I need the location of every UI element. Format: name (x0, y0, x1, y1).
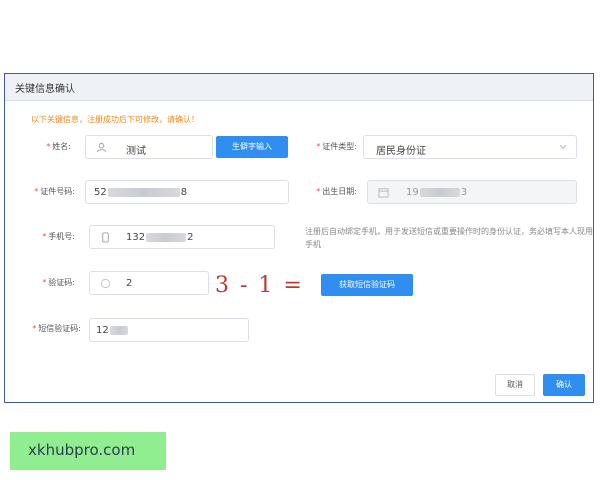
required-mark: * (32, 324, 37, 333)
redaction-blur (109, 325, 128, 335)
cancel-button[interactable]: 取消 (495, 374, 535, 396)
sms-code-label: * 短信验证码: (11, 323, 81, 334)
captcha-input[interactable]: 2 (89, 271, 209, 295)
watermark-text: xkhubpro.com (28, 441, 136, 459)
phone-label: * 手机号: (23, 231, 75, 242)
id-number-value: 52 8 (94, 187, 187, 198)
required-mark: * (46, 142, 51, 151)
phone-icon (102, 232, 109, 243)
watermark-badge: xkhubpro.com (10, 432, 166, 470)
required-mark: * (34, 187, 39, 196)
birth-date-suffix: 3 (460, 187, 468, 198)
birth-date-label: * 出生日期: (303, 186, 357, 197)
required-mark: * (316, 187, 321, 196)
redaction-blur (107, 187, 180, 197)
id-number-input[interactable]: 52 8 (85, 180, 289, 204)
name-label-text: 姓名: (52, 142, 71, 151)
captcha-image-text: 3 - 1 = (215, 273, 304, 298)
birth-date-prefix: 19 (406, 187, 419, 198)
id-type-label-text: 证件类型: (322, 142, 357, 151)
required-mark: * (42, 278, 47, 287)
name-label: * 姓名: (23, 141, 71, 152)
key-info-confirm-dialog: 关键信息确认 以下关键信息，注册成功后下可修改，请确认！ * 姓名: 测试 生僻字… (4, 73, 594, 403)
name-input[interactable]: 测试 (85, 135, 213, 159)
birth-date-value: 19 3 (406, 187, 467, 198)
sms-code-prefix: 12 (96, 325, 109, 336)
birth-date-label-text: 出生日期: (322, 187, 357, 196)
phone-binding-hint: 注册后自动绑定手机，用于发送短信或重要操作时的身份认证，务必填写本人现用手机 (305, 227, 593, 249)
calendar-icon (378, 188, 389, 198)
redaction-blur (146, 232, 187, 242)
shield-icon (100, 278, 111, 289)
id-number-label: * 证件号码: (19, 186, 75, 197)
phone-prefix: 132 (126, 232, 146, 243)
phone-value: 132 2 (126, 232, 193, 243)
captcha-image[interactable]: 3 - 1 = (215, 270, 315, 298)
dialog-header: 关键信息确认 (5, 74, 593, 101)
phone-input[interactable]: 132 2 (89, 225, 275, 249)
sms-code-input[interactable]: 12 (89, 318, 249, 342)
captcha-label-text: 验证码: (48, 278, 75, 287)
warning-notice: 以下关键信息，注册成功后下可修改，请确认！ (31, 115, 199, 124)
sms-code-value: 12 (96, 325, 129, 336)
id-number-prefix: 52 (94, 187, 107, 198)
captcha-label: * 验证码: (23, 277, 75, 288)
get-sms-code-button[interactable]: 获取短信验证码 (321, 274, 413, 296)
confirm-button[interactable]: 确认 (543, 374, 585, 396)
id-type-select[interactable]: 居民身份证 (363, 135, 577, 159)
name-value: 测试 (126, 146, 146, 157)
sms-code-label-text: 短信验证码: (38, 324, 81, 333)
required-mark: * (42, 232, 47, 241)
phone-label-text: 手机号: (48, 232, 75, 241)
captcha-value: 2 (126, 278, 133, 289)
rare-character-input-button[interactable]: 生僻字输入 (216, 136, 288, 158)
required-mark: * (316, 142, 321, 151)
id-number-suffix: 8 (180, 187, 188, 198)
chevron-down-icon (560, 145, 566, 149)
phone-suffix: 2 (187, 232, 194, 243)
birth-date-input: 19 3 (367, 180, 577, 204)
id-type-value: 居民身份证 (376, 146, 426, 157)
user-icon (96, 142, 107, 153)
id-type-label: * 证件类型: (305, 141, 357, 152)
id-number-label-text: 证件号码: (40, 187, 75, 196)
redaction-blur (419, 187, 460, 197)
dialog-title: 关键信息确认 (15, 84, 75, 95)
